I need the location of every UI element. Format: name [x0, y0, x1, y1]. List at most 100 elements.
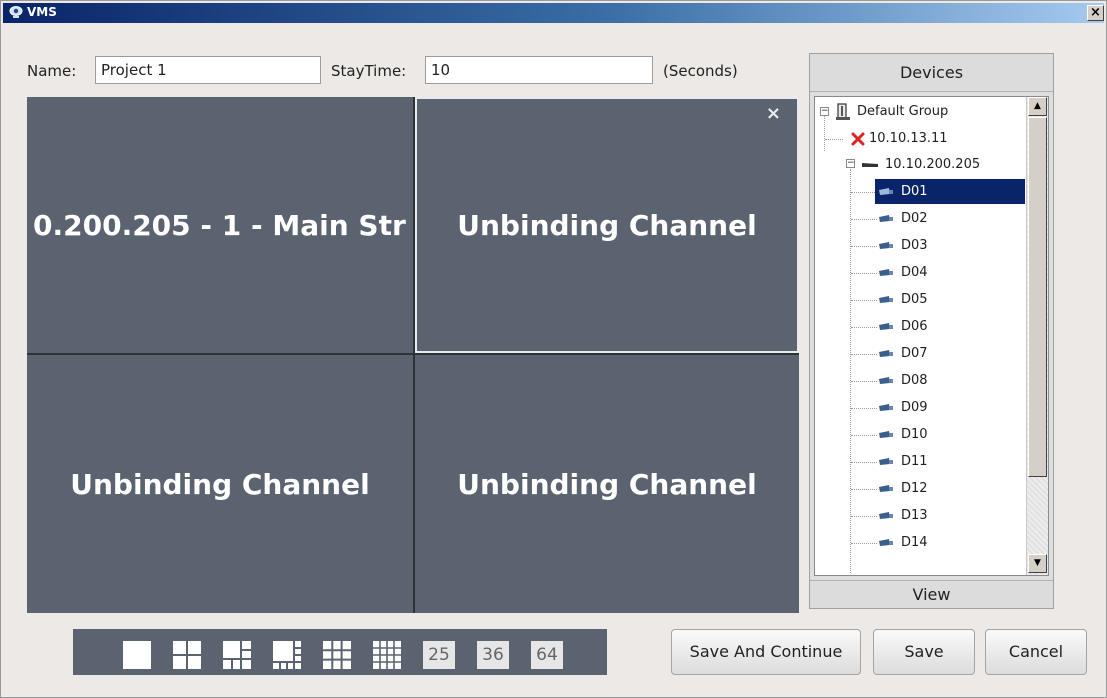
- tree-item-channel-d12[interactable]: D12: [877, 476, 928, 501]
- offline-x-icon: [851, 132, 865, 145]
- device-tree: − Default Group 10.10.13.11 − 10.10.200.…: [814, 96, 1049, 576]
- layout-1plus7-icon[interactable]: [273, 641, 301, 669]
- camera-icon: [879, 268, 893, 276]
- tree-line: [851, 381, 877, 382]
- camera-icon: [879, 241, 893, 249]
- layout-1plus5-icon[interactable]: [223, 641, 251, 669]
- video-cell-1[interactable]: 0.200.205 - 1 - Main Str: [27, 97, 413, 353]
- layout-bar: 25 36 64: [73, 629, 607, 675]
- scroll-up-button[interactable]: ▲: [1028, 97, 1047, 116]
- video-cell-4[interactable]: Unbinding Channel: [415, 355, 799, 613]
- cancel-button[interactable]: Cancel: [985, 629, 1087, 675]
- tree-line: [851, 327, 877, 328]
- tree-item-channel-d04[interactable]: D04: [877, 260, 928, 285]
- save-and-continue-button[interactable]: Save And Continue: [671, 629, 861, 675]
- cell-close-icon[interactable]: ×: [766, 103, 781, 124]
- channel-label: D01: [901, 184, 928, 199]
- tree-line: [851, 192, 877, 193]
- tree-line: [851, 516, 877, 517]
- camera-icon: [879, 349, 893, 357]
- camera-icon: [879, 484, 893, 492]
- device-collapse-toggle[interactable]: −: [846, 159, 855, 168]
- tree-line: [851, 489, 877, 490]
- channel-label: D14: [901, 535, 928, 550]
- window-title: VMS: [27, 5, 57, 19]
- layout-3x3-icon[interactable]: [323, 641, 351, 669]
- tree-item-channel-d07[interactable]: D07: [877, 341, 928, 366]
- tree-line: [851, 408, 877, 409]
- scroll-thumb[interactable]: [1028, 117, 1047, 477]
- cell-2-label: Unbinding Channel: [457, 208, 757, 242]
- tree-item-channel-d13[interactable]: D13: [877, 503, 928, 528]
- tree-item-channel-d08[interactable]: D08: [877, 368, 928, 393]
- tree-scrollbar[interactable]: ▲ ▼: [1026, 97, 1048, 575]
- devices-panel: Devices − Default Group 10.10.13.11 − 10…: [809, 53, 1054, 609]
- save-button[interactable]: Save: [873, 629, 975, 675]
- camera-icon: [879, 403, 893, 411]
- group-label: Default Group: [857, 104, 949, 119]
- video-grid: 0.200.205 - 1 - Main Str Unbinding Chann…: [27, 97, 799, 613]
- layout-2x2-icon[interactable]: [173, 641, 201, 669]
- camera-icon: [879, 295, 893, 303]
- tree-line: [851, 354, 877, 355]
- video-cell-3[interactable]: Unbinding Channel: [27, 355, 413, 613]
- channel-label: D12: [901, 481, 928, 496]
- tree-line: [851, 246, 877, 247]
- tree-item-channel-d03[interactable]: D03: [877, 233, 928, 258]
- name-input[interactable]: [95, 56, 321, 84]
- tree-item-channel-d01[interactable]: D01: [875, 179, 1025, 204]
- tree-item-channel-d11[interactable]: D11: [877, 449, 928, 474]
- layout-36-button[interactable]: 36: [477, 641, 509, 669]
- tree-item-channel-d06[interactable]: D06: [877, 314, 928, 339]
- camera-icon: [879, 376, 893, 384]
- group-icon: [836, 102, 850, 120]
- app-camera-icon: [9, 6, 23, 18]
- layout-25-button[interactable]: 25: [423, 641, 455, 669]
- cell-1-label: 0.200.205 - 1 - Main Str: [33, 208, 406, 242]
- tree-item-device-online[interactable]: 10.10.200.205: [861, 152, 980, 177]
- tree-item-channel-d09[interactable]: D09: [877, 395, 928, 420]
- scroll-down-button[interactable]: ▼: [1028, 554, 1047, 573]
- vms-window: VMS × Name: StayTime: (Seconds) 0.200.20…: [0, 0, 1107, 698]
- view-button[interactable]: View: [810, 580, 1053, 608]
- layout-4x4-icon[interactable]: [373, 641, 401, 669]
- tree-line: [851, 543, 877, 544]
- nvr-icon: [862, 162, 878, 167]
- camera-icon: [879, 457, 893, 465]
- channel-label: D08: [901, 373, 928, 388]
- channel-label: D05: [901, 292, 928, 307]
- layout-1x1-icon[interactable]: [123, 641, 151, 669]
- group-collapse-toggle[interactable]: −: [820, 107, 829, 116]
- tree-line: [851, 219, 877, 220]
- name-label: Name:: [27, 62, 77, 80]
- channel-label: D07: [901, 346, 928, 361]
- window-close-button[interactable]: ×: [1087, 5, 1104, 21]
- tree-line: [824, 115, 825, 151]
- tree-item-channel-d05[interactable]: D05: [877, 287, 928, 312]
- channel-label: D13: [901, 508, 928, 523]
- camera-icon: [879, 322, 893, 330]
- title-bar: VMS ×: [3, 3, 1104, 23]
- tree-item-device-offline[interactable]: 10.10.13.11: [851, 126, 948, 151]
- tree-item-channel-d02[interactable]: D02: [877, 206, 928, 231]
- device-online-label: 10.10.200.205: [885, 157, 981, 172]
- channel-label: D04: [901, 265, 928, 280]
- tree-line: [851, 462, 877, 463]
- cell-4-label: Unbinding Channel: [457, 467, 757, 501]
- camera-icon: [879, 187, 893, 195]
- tree-line: [851, 300, 877, 301]
- tree-item-default-group[interactable]: Default Group: [835, 99, 948, 124]
- devices-header: Devices: [810, 54, 1053, 92]
- seconds-label: (Seconds): [663, 62, 738, 80]
- video-cell-2[interactable]: Unbinding Channel ×: [415, 97, 799, 353]
- tree-item-channel-d10[interactable]: D10: [877, 422, 928, 447]
- layout-64-button[interactable]: 64: [531, 641, 563, 669]
- channel-label: D09: [901, 400, 928, 415]
- staytime-label: StayTime:: [331, 62, 407, 80]
- channel-label: D03: [901, 238, 928, 253]
- camera-icon: [879, 430, 893, 438]
- tree-item-channel-d14[interactable]: D14: [877, 530, 928, 555]
- device-offline-label: 10.10.13.11: [869, 131, 948, 146]
- tree-line: [825, 139, 843, 140]
- staytime-input[interactable]: [425, 56, 653, 84]
